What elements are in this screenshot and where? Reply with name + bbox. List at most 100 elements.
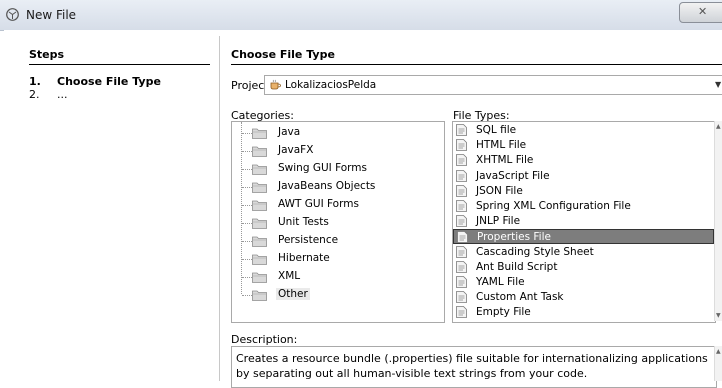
category-item[interactable]: XML [232, 268, 442, 286]
file-type-label: SQL file [476, 124, 517, 136]
tree-branch-line [242, 259, 252, 260]
panel-divider [219, 36, 220, 381]
tree-branch-line [242, 151, 252, 152]
file-type-item[interactable]: Custom Ant Task [453, 290, 715, 305]
project-cup-icon [270, 79, 281, 90]
category-label: Java [278, 126, 301, 138]
step-label: Choose File Type [57, 75, 161, 88]
tree-branch-line [242, 241, 252, 242]
file-types-scrollbar[interactable]: ▲ ▼ [714, 121, 722, 321]
category-label: AWT GUI Forms [278, 198, 359, 210]
step-1: 1. Choose File Type [29, 75, 161, 88]
panel-heading: Choose File Type [231, 48, 335, 61]
window-title: New File [26, 8, 77, 22]
netbeans-cube-icon [6, 8, 19, 21]
category-item[interactable]: JavaBeans Objects [232, 178, 442, 196]
css-file-icon [456, 245, 467, 258]
empty-file-icon [456, 306, 467, 319]
file-type-item[interactable]: SQL file [453, 123, 715, 138]
file-type-item[interactable]: YAML File [453, 275, 715, 290]
category-item[interactable]: AWT GUI Forms [232, 196, 442, 214]
file-types-list[interactable]: SQL file HTML File XHTML File JavaScript Fi… [452, 121, 716, 323]
category-item[interactable]: Other [232, 286, 442, 304]
folder-icon [252, 164, 267, 175]
scroll-up-icon[interactable]: ▲ [716, 123, 721, 130]
tree-branch-line [242, 277, 252, 278]
scroll-down-icon[interactable]: ▼ [716, 312, 721, 319]
folder-icon [252, 254, 267, 265]
tree-branch-line [242, 133, 252, 134]
category-item[interactable]: Swing GUI Forms [232, 160, 442, 178]
file-type-item[interactable]: XHTML File [453, 153, 715, 168]
ant-build-icon [456, 260, 467, 273]
file-type-item[interactable]: Properties File [453, 229, 714, 245]
project-value: LokalizaciosPelda [285, 79, 377, 91]
spring-xml-file-icon [456, 200, 467, 212]
category-label: Hibernate [278, 252, 330, 264]
window-titlebar: New File ✕ [0, 0, 722, 31]
step-number: 2. [29, 88, 40, 101]
scroll-up-icon[interactable]: ▲ [716, 348, 721, 355]
description-text: Creates a resource bundle (.properties) … [236, 352, 708, 380]
category-item[interactable]: Hibernate [232, 250, 442, 268]
folder-icon [252, 182, 267, 193]
file-type-label: XHTML File [476, 154, 534, 167]
file-type-label: Spring XML Configuration File [476, 200, 631, 212]
category-label: Swing GUI Forms [278, 162, 368, 174]
folder-icon [252, 218, 267, 229]
tree-branch-line [242, 223, 252, 224]
description-scrollbar[interactable]: ▲ [714, 346, 722, 381]
file-type-item[interactable]: Spring XML Configuration File [453, 199, 715, 214]
folder-icon [252, 146, 267, 157]
panel-heading-rule [231, 64, 722, 65]
category-item[interactable]: JavaFX [232, 142, 442, 160]
category-item[interactable]: Java [232, 124, 442, 142]
tree-branch-line [242, 187, 252, 188]
category-item[interactable]: Unit Tests [232, 214, 442, 232]
file-type-item[interactable]: JavaScript File [453, 169, 715, 184]
description-label: Description: [231, 333, 298, 346]
file-type-item[interactable]: JNLP File [453, 214, 715, 229]
tree-branch-line [242, 205, 252, 206]
category-label: Unit Tests [278, 216, 329, 228]
file-type-label: Custom Ant Task [476, 291, 564, 304]
categories-tree[interactable]: Java JavaFX Swing GUI Forms JavaBeans Objec… [231, 121, 445, 323]
tree-branch-line [242, 295, 252, 296]
folder-icon [252, 272, 267, 283]
html-file-icon [456, 139, 467, 152]
folder-icon [252, 128, 267, 139]
file-type-item[interactable]: Empty File [453, 305, 715, 320]
file-type-item[interactable]: Cascading Style Sheet [453, 245, 715, 260]
xhtml-file-icon [456, 154, 467, 167]
sql-file-icon [456, 124, 467, 136]
file-type-label: JNLP File [476, 215, 521, 228]
file-type-item[interactable]: Ant Build Script [453, 260, 715, 275]
file-type-item[interactable]: HTML File [453, 138, 715, 153]
file-type-label: Properties File [477, 231, 551, 244]
file-type-label: Cascading Style Sheet [476, 245, 594, 258]
close-icon: ✕ [698, 5, 708, 18]
description-box: Creates a resource bundle (.properties) … [231, 346, 717, 388]
category-label: XML [278, 270, 301, 282]
ant-task-icon [456, 291, 467, 304]
folder-icon [252, 290, 267, 301]
steps-divider [29, 64, 210, 65]
project-combo[interactable]: LokalizaciosPelda ▼ [264, 75, 722, 95]
file-type-label: HTML File [476, 139, 527, 152]
category-item[interactable]: Persistence [232, 232, 442, 250]
file-type-label: JavaScript File [476, 169, 550, 182]
category-label: Persistence [278, 234, 339, 246]
jnlp-file-icon [456, 215, 467, 228]
category-label: JavaBeans Objects [278, 180, 376, 192]
file-type-item[interactable]: JSON File [453, 184, 715, 199]
chevron-down-icon[interactable]: ▼ [715, 80, 721, 89]
steps-heading: Steps [29, 48, 65, 61]
json-file-icon [456, 184, 467, 197]
step-2: 2.... [29, 88, 68, 101]
javascript-file-icon [456, 169, 467, 182]
close-button[interactable]: ✕ [679, 2, 722, 23]
tree-branch-line [242, 169, 252, 170]
yaml-file-icon [456, 276, 467, 288]
file-type-label: YAML File [476, 276, 525, 288]
properties-file-icon [457, 231, 468, 244]
